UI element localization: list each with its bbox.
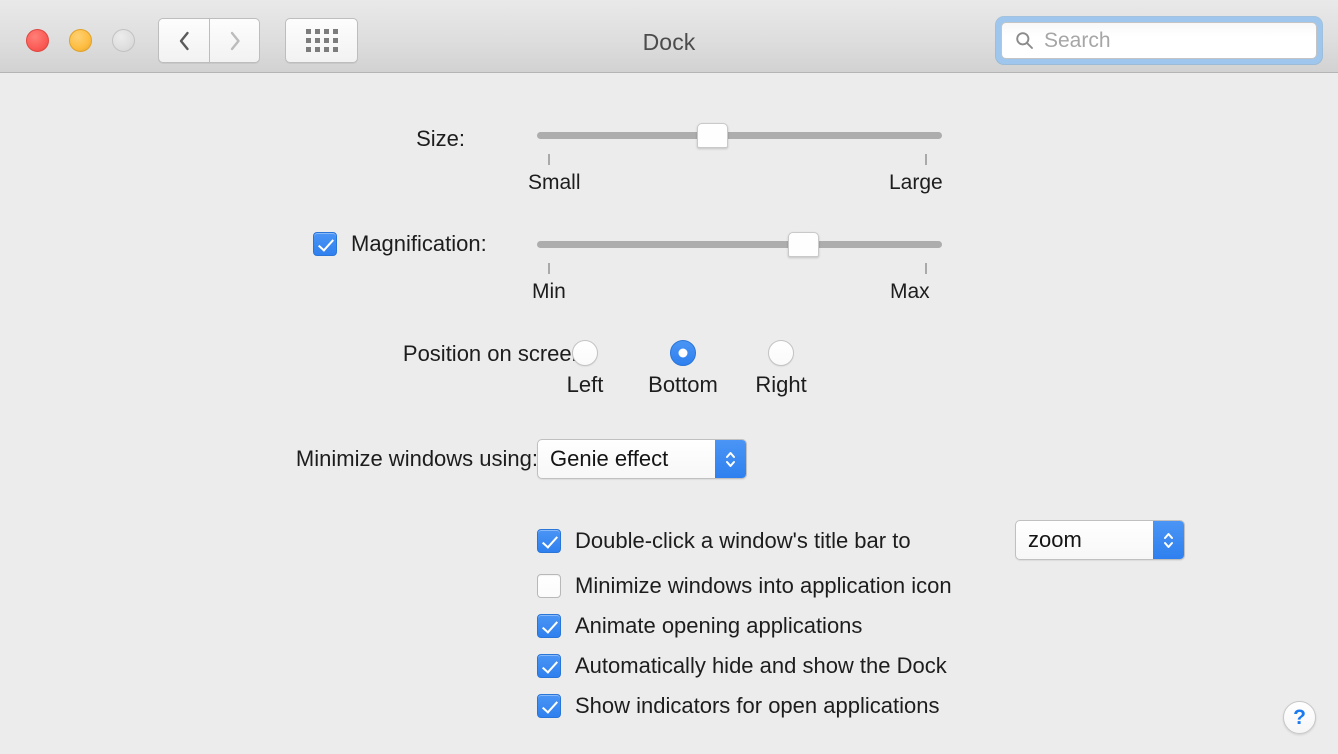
- preferences-content: Size: Small Large Magnification: Min Max: [0, 73, 1338, 754]
- position-radio-left[interactable]: [572, 340, 598, 366]
- search-field-wrapper[interactable]: Search: [996, 17, 1322, 64]
- option-row-animate-opening[interactable]: Animate opening applications: [537, 613, 862, 639]
- option-row-show-indicators[interactable]: Show indicators for open applications: [537, 693, 939, 719]
- position-radio-right[interactable]: [768, 340, 794, 366]
- minimize-effect-label: Minimize windows using:: [296, 446, 538, 472]
- position-radio-bottom-label: Bottom: [648, 372, 718, 398]
- position-radio-group: Left Bottom Right: [0, 340, 1338, 430]
- double-click-checkbox[interactable]: [537, 529, 561, 553]
- magnification-label: Magnification:: [351, 231, 487, 257]
- window-titlebar: Dock Search: [0, 0, 1338, 73]
- size-slider-thumb[interactable]: [697, 123, 728, 148]
- option-row-auto-hide[interactable]: Automatically hide and show the Dock: [537, 653, 947, 679]
- help-button[interactable]: ?: [1283, 701, 1316, 734]
- magnification-checkbox[interactable]: [313, 232, 337, 256]
- show-indicators-checkbox[interactable]: [537, 694, 561, 718]
- help-question-icon: ?: [1293, 706, 1306, 730]
- minimize-into-icon-checkbox[interactable]: [537, 574, 561, 598]
- double-click-action-popup[interactable]: zoom: [1015, 520, 1185, 560]
- size-label: Size:: [416, 126, 465, 152]
- size-max-label: Large: [889, 171, 943, 195]
- minimize-into-icon-label: Minimize windows into application icon: [575, 573, 952, 599]
- popup-arrows-icon[interactable]: [1153, 521, 1184, 559]
- size-slider-track[interactable]: [537, 132, 942, 139]
- magnification-checkbox-row[interactable]: Magnification:: [313, 231, 487, 257]
- minimize-effect-value: Genie effect: [538, 446, 680, 472]
- magnification-max-label: Max: [890, 280, 930, 304]
- double-click-checkbox-row[interactable]: Double-click a window's title bar to: [537, 528, 911, 554]
- minimize-effect-popup[interactable]: Genie effect: [537, 439, 747, 479]
- double-click-action-value: zoom: [1016, 527, 1094, 553]
- position-radio-right-label: Right: [755, 372, 806, 398]
- option-row-minimize-into-icon[interactable]: Minimize windows into application icon: [537, 573, 952, 599]
- magnification-min-label: Min: [532, 280, 566, 304]
- search-icon: [1015, 31, 1034, 50]
- position-radio-bottom[interactable]: [670, 340, 696, 366]
- search-placeholder: Search: [1044, 29, 1111, 53]
- auto-hide-checkbox[interactable]: [537, 654, 561, 678]
- animate-opening-label: Animate opening applications: [575, 613, 862, 639]
- size-min-label: Small: [528, 171, 581, 195]
- animate-opening-checkbox[interactable]: [537, 614, 561, 638]
- show-indicators-label: Show indicators for open applications: [575, 693, 939, 719]
- search-input[interactable]: Search: [1001, 22, 1317, 59]
- dock-preferences-window: Dock Search Size: Small Large: [0, 0, 1338, 754]
- magnification-slider-thumb[interactable]: [788, 232, 819, 257]
- position-radio-left-label: Left: [567, 372, 604, 398]
- double-click-label: Double-click a window's title bar to: [575, 528, 911, 554]
- auto-hide-label: Automatically hide and show the Dock: [575, 653, 947, 679]
- popup-arrows-icon[interactable]: [715, 440, 746, 478]
- magnification-slider-track[interactable]: [537, 241, 942, 248]
